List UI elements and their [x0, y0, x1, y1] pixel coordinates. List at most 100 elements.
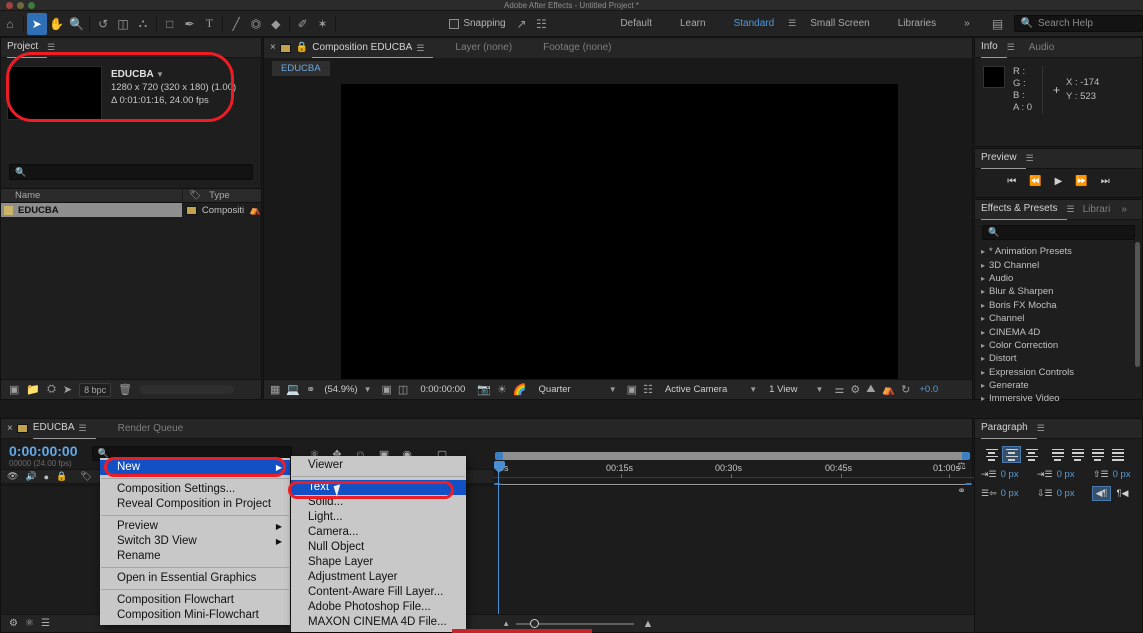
tab-info[interactable]: Info — [981, 38, 1007, 58]
submenu-item-maxon-cinema-4d-file[interactable]: MAXON CINEMA 4D File... — [291, 615, 466, 630]
workspace-default[interactable]: Default — [606, 18, 666, 29]
text-direction-ltr-icon[interactable]: ◀¶ — [1093, 487, 1110, 500]
comp-flowchart-icon[interactable]: ⚖ — [957, 461, 966, 472]
paragraph-spacing-row-2[interactable]: ☰⇦ 0 px ⇩☰ 0 px ◀¶ ¶◀ — [975, 480, 1142, 500]
chevron-right-icon[interactable]: ▸ — [981, 287, 985, 296]
list-item[interactable]: ▸Channel — [981, 312, 1142, 325]
color-depth-button[interactable]: 8 bpc — [79, 383, 111, 397]
timeline-flowchart-icon[interactable]: ⛰ — [866, 383, 875, 396]
submenu-item-content-aware-fill-layer[interactable]: Content-Aware Fill Layer... — [291, 585, 466, 600]
workspace-learn[interactable]: Learn — [666, 18, 720, 29]
home-icon[interactable]: ⌂ — [0, 13, 20, 35]
hand-tool-icon[interactable]: ✋ — [47, 13, 67, 35]
chevron-right-icon[interactable]: ▸ — [981, 274, 985, 283]
info-panel[interactable]: Info ☰ Audio R : G : B : A : 0 + X : -17… — [974, 37, 1143, 147]
lock-icon[interactable]: 🔒 — [296, 38, 312, 58]
close-icon[interactable]: × — [270, 38, 280, 58]
preview-panel-tabs[interactable]: Preview ☰ — [975, 149, 1142, 169]
view-layout-value[interactable]: 1 View — [769, 384, 797, 395]
column-header-type[interactable]: Type — [209, 190, 230, 201]
close-icon[interactable]: × — [7, 419, 17, 439]
tab-paragraph[interactable]: Paragraph — [981, 419, 1037, 439]
camera-value[interactable]: Active Camera — [665, 384, 727, 395]
chevron-down-icon[interactable]: ▼ — [154, 70, 164, 79]
effects-panel-menu-icon[interactable]: ☰ — [1067, 204, 1075, 215]
tab-layer[interactable]: Layer (none) — [455, 38, 521, 58]
pixel-aspect-icon[interactable]: ⚌ — [834, 383, 844, 396]
workspace-standard[interactable]: Standard — [720, 18, 789, 29]
menu-item-composition-mini-flowchart[interactable]: Composition Mini-Flowchart — [100, 608, 290, 623]
info-panel-tabs[interactable]: Info ☰ Audio — [975, 38, 1142, 58]
project-scroll-track[interactable] — [139, 385, 234, 394]
zoom-slider-knob[interactable] — [530, 619, 539, 628]
menu-item-preview[interactable]: Preview ▶ — [100, 519, 290, 534]
snapping-grid-icon[interactable]: ☷ — [531, 13, 551, 35]
solo-switch-icon[interactable]: ● — [44, 472, 49, 482]
zoom-in-icon[interactable]: ▲ — [642, 618, 653, 630]
resolution-value[interactable]: Quarter — [539, 384, 571, 395]
justify-all-icon[interactable] — [1109, 447, 1126, 462]
exposure-value[interactable]: +0.0 — [919, 384, 938, 395]
tab-preview[interactable]: Preview — [981, 149, 1026, 169]
effects-presets-panel[interactable]: Effects & Presets ☰ Librari » 🔍 ▸* Anima… — [974, 199, 1143, 400]
effects-scrollbar[interactable] — [1135, 242, 1140, 367]
flowchart-icon[interactable]: ⛺ — [249, 205, 261, 216]
chevron-right-icon[interactable]: ▸ — [981, 354, 985, 363]
list-item[interactable]: ▸* Animation Presets — [981, 245, 1142, 258]
tab-project[interactable]: Project — [7, 38, 47, 58]
context-menu[interactable]: New ▶ Composition Settings... Reveal Com… — [100, 458, 290, 625]
workspace-menu-icon[interactable]: ☰ — [788, 18, 796, 29]
work-area-bar[interactable] — [497, 452, 968, 460]
puppet-pin-tool-icon[interactable]: ✶ — [313, 13, 333, 35]
audio-switch-icon[interactable]: 🔊 — [25, 471, 36, 482]
tab-render-queue[interactable]: Render Queue — [118, 419, 193, 439]
submenu-item-solid[interactable]: Solid... — [291, 495, 466, 510]
play-icon[interactable]: ▶ — [1055, 176, 1063, 187]
submenu-item-viewer[interactable]: Viewer — [291, 458, 466, 473]
transparency-icon[interactable]: ☷ — [643, 383, 653, 396]
first-line-indent-field[interactable]: ☰⇦ 0 px — [981, 488, 1029, 499]
list-item[interactable]: ▸Audio — [981, 272, 1142, 285]
tab-libraries[interactable]: Librari — [1083, 200, 1120, 220]
delete-icon[interactable]: 🗑 — [118, 383, 132, 396]
effects-panel-tabs[interactable]: Effects & Presets ☰ Librari » — [975, 200, 1142, 220]
indent-right-field[interactable]: ⇥☰ 0 px — [1037, 469, 1085, 480]
indent-left-field[interactable]: ⇥☰ 0 px — [981, 469, 1029, 480]
rotation-tool-icon[interactable]: ↺ — [93, 13, 113, 35]
menu-item-composition-flowchart[interactable]: Composition Flowchart — [100, 593, 290, 608]
preview-panel-menu-icon[interactable]: ☰ — [1026, 153, 1034, 164]
menu-item-composition-settings[interactable]: Composition Settings... — [100, 482, 290, 497]
channel-icon[interactable]: 🌈 — [513, 383, 527, 396]
composition-viewer-stage[interactable] — [341, 84, 898, 397]
chevron-right-icon[interactable]: ▸ — [981, 368, 985, 377]
video-switch-icon[interactable]: 👁 — [7, 471, 18, 482]
clone-stamp-tool-icon[interactable]: ⏣ — [246, 13, 266, 35]
list-item[interactable]: ▸Boris FX Mocha — [981, 299, 1142, 312]
composition-footer[interactable]: ▦ 💻 ⚭ (54.9%) ▼ ▣ ◫ 0:00:00:00 📷 ☀ 🌈 Qua… — [264, 379, 972, 399]
chevron-right-icon[interactable]: ▸ — [981, 247, 985, 256]
expand-collapse-icon[interactable]: ⚛ — [25, 618, 34, 629]
align-right-icon[interactable] — [1023, 447, 1040, 462]
tab-audio[interactable]: Audio — [1029, 38, 1064, 58]
project-panel-footer[interactable]: ▣ 📁 ⛭ ➤ 8 bpc 🗑 — [1, 379, 261, 399]
label-color-swatch[interactable] — [186, 206, 197, 215]
work-area-end-handle[interactable] — [962, 452, 970, 460]
timeline-ruler-ticks[interactable]: 0s 00:15s 00:30s 00:45s 01:00s — [493, 463, 974, 478]
previous-frame-icon[interactable]: ⏪ — [1029, 176, 1041, 187]
snapping-toggle[interactable]: Snapping — [449, 18, 505, 29]
align-center-icon[interactable] — [1003, 447, 1020, 462]
composition-tabs[interactable]: × 🔒 Composition EDUCBA ☰ Layer (none) Fo… — [264, 38, 972, 58]
submenu-item-camera[interactable]: Camera... — [291, 525, 466, 540]
timeline-timecode[interactable]: 0:00:00:00 00000 (24.00 fps) — [9, 444, 78, 468]
paragraph-panel-tabs[interactable]: Paragraph ☰ — [975, 419, 1142, 439]
composition-panel[interactable]: × 🔒 Composition EDUCBA ☰ Layer (none) Fo… — [263, 37, 973, 400]
toggle-mask-icon[interactable]: ⚭ — [306, 383, 315, 396]
workspace-overflow-icon[interactable]: » — [950, 18, 984, 29]
reset-exposure-icon[interactable]: ↻ — [901, 383, 910, 396]
choose-grid-icon[interactable]: ▣ — [382, 383, 392, 396]
chevron-right-icon[interactable]: ▸ — [981, 261, 985, 270]
roto-brush-tool-icon[interactable]: ✐ — [293, 13, 313, 35]
menu-item-rename[interactable]: Rename — [100, 549, 290, 564]
project-panel[interactable]: Project ☰ EDUCBA ▼ 1280 x 720 (320 x 180… — [0, 37, 262, 400]
submenu-item-shape-layer[interactable]: Shape Layer — [291, 555, 466, 570]
